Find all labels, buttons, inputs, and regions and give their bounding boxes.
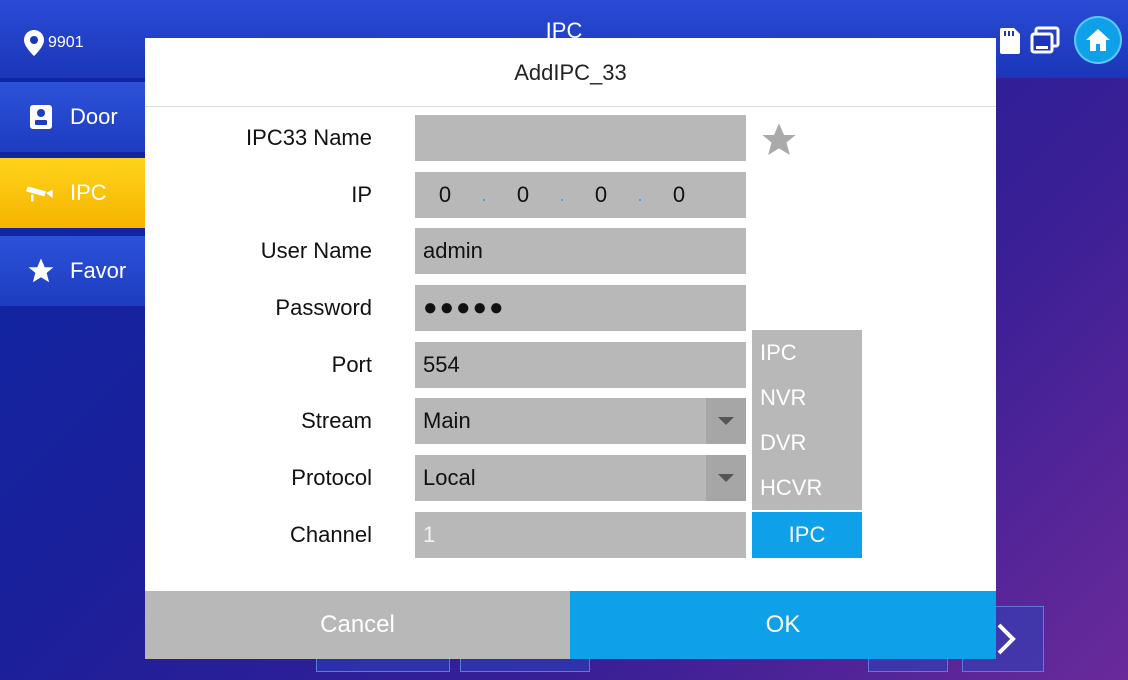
username-field[interactable]: admin — [415, 228, 746, 274]
sidebar-item-door[interactable]: Door — [0, 82, 150, 152]
protocol-label: Protocol — [291, 465, 372, 490]
ip-separator: . — [559, 184, 565, 205]
star-icon — [26, 256, 56, 286]
ok-button[interactable]: OK — [570, 591, 996, 659]
chevron-down-icon[interactable] — [706, 455, 746, 501]
home-icon — [1086, 29, 1110, 51]
sidebar-item-label: Favor — [70, 258, 127, 283]
ip-label: IP — [351, 182, 372, 207]
camera-icon — [26, 178, 56, 208]
sidebar-item-label: Door — [70, 104, 118, 129]
name-field[interactable] — [415, 115, 746, 161]
device-type-list: IPC NVR DVR HCVR — [752, 330, 862, 510]
password-field[interactable]: ●●●●● — [415, 285, 746, 331]
ip-octet-1[interactable]: 0 — [415, 182, 475, 208]
device-type-option[interactable]: HCVR — [752, 465, 862, 510]
chevron-down-icon[interactable] — [706, 398, 746, 444]
name-label: IPC33 Name — [246, 125, 372, 150]
add-ipc-dialog: AddIPC_33 IPC33 Name IP 0 . 0 . 0 . 0 Us… — [145, 38, 996, 659]
cancel-button[interactable]: Cancel — [145, 591, 570, 659]
username-label: User Name — [260, 238, 372, 263]
device-type-selector[interactable]: IPC — [752, 512, 862, 558]
divider — [145, 106, 996, 107]
sidebar-item-favorite[interactable]: Favor — [0, 236, 150, 306]
monitor-icon[interactable] — [1030, 26, 1060, 56]
stream-label: Stream — [301, 408, 372, 433]
favorite-star-icon[interactable] — [759, 120, 799, 160]
sidebar-item-ipc[interactable]: IPC — [0, 158, 150, 228]
stream-value: Main — [423, 408, 471, 433]
device-type-option[interactable]: IPC — [752, 330, 862, 375]
ip-separator: . — [637, 184, 643, 205]
channel-field: 1 — [415, 512, 746, 558]
device-type-option[interactable]: DVR — [752, 420, 862, 465]
protocol-value: Local — [423, 465, 476, 490]
chevron-right-icon[interactable] — [996, 622, 1018, 656]
stream-select[interactable]: Main — [415, 398, 746, 444]
dialog-title: AddIPC_33 — [514, 60, 627, 85]
ip-octet-4[interactable]: 0 — [649, 182, 709, 208]
sd-card-icon — [1000, 28, 1020, 54]
password-label: Password — [275, 295, 372, 320]
sidebar-item-label: IPC — [70, 180, 107, 205]
home-button[interactable] — [1074, 16, 1122, 64]
protocol-select[interactable]: Local — [415, 455, 746, 501]
port-field[interactable]: 554 — [415, 342, 746, 388]
port-label: Port — [331, 352, 372, 377]
intercom-icon — [26, 102, 56, 132]
device-type-option[interactable]: NVR — [752, 375, 862, 420]
ip-octet-3[interactable]: 0 — [571, 182, 631, 208]
ip-separator: . — [481, 184, 487, 205]
ip-octet-2[interactable]: 0 — [493, 182, 553, 208]
ip-field[interactable]: 0 . 0 . 0 . 0 — [415, 172, 746, 218]
channel-label: Channel — [290, 522, 372, 547]
